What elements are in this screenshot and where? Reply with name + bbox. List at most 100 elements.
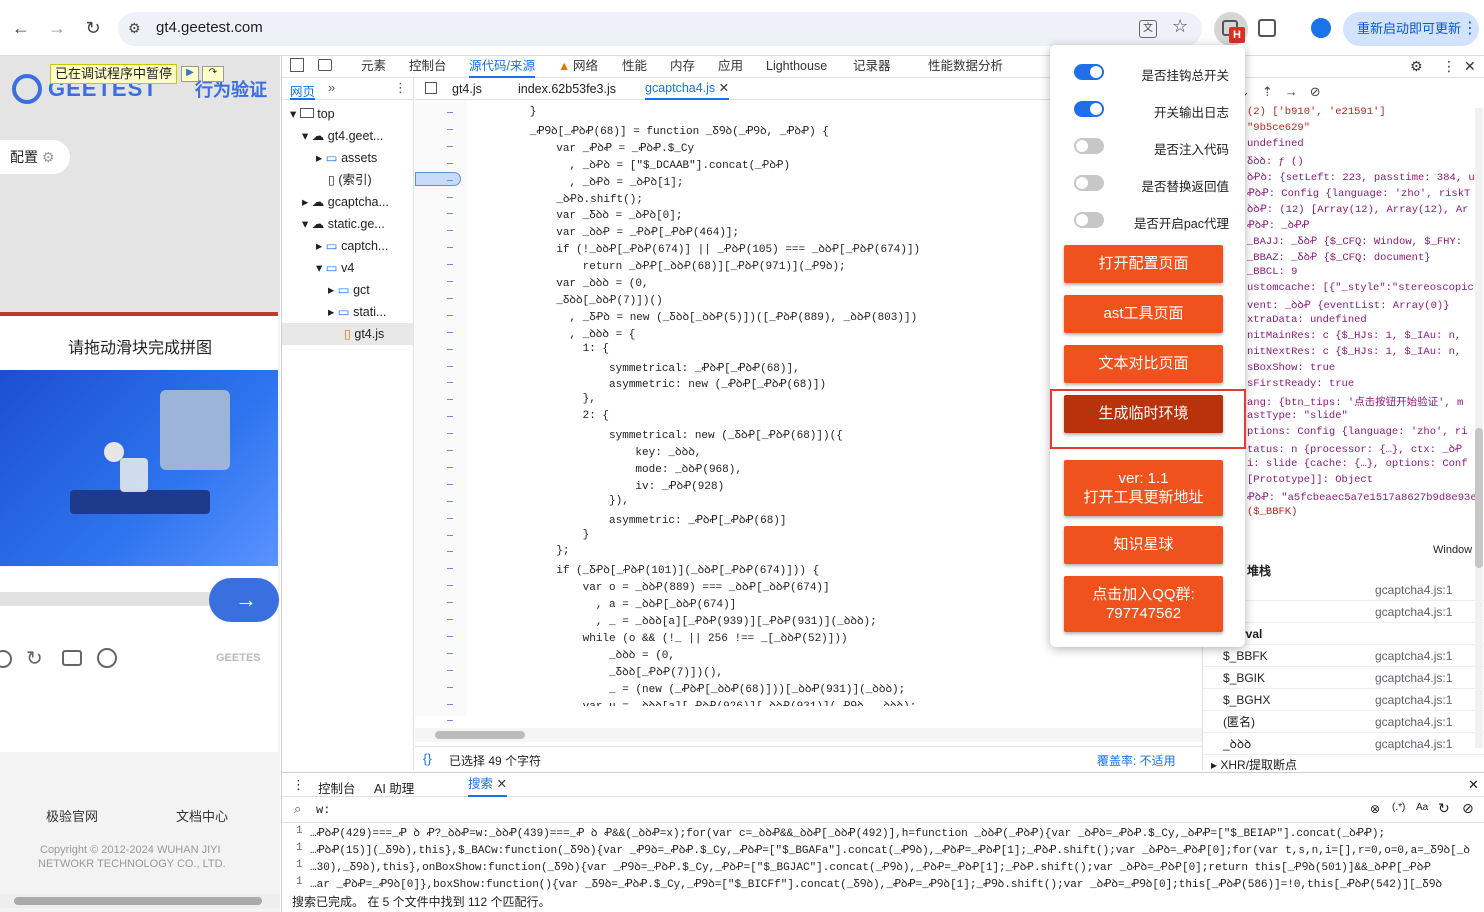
- tab-lighthouse[interactable]: Lighthouse: [766, 56, 827, 78]
- bookmark-star-icon[interactable]: ☆: [1172, 16, 1188, 37]
- editor-h-scrollbar[interactable]: [415, 728, 1202, 742]
- gutter-marker[interactable]: [447, 602, 453, 604]
- scope-entry[interactable]: undefined: [1247, 138, 1304, 155]
- config-button[interactable]: 配置 ⚙: [0, 140, 70, 174]
- reload-icon[interactable]: ↻: [79, 14, 107, 42]
- code-line[interactable]: symmetrical: new (_ꝽꝺꝒ[_ꝒꝺꝒ(68)])({: [477, 427, 843, 444]
- forward-icon[interactable]: →: [43, 14, 71, 42]
- tree-item-captch[interactable]: ▸ ▭ captch...: [316, 235, 388, 257]
- search-result-line[interactable]: …ꝒꝺꝒ(429)===_Ꝓ ꝺ Ꝓ?_ꝺꝺꝒ=w:_ꝺꝺꝒ(439)===_Ꝓ…: [310, 825, 1470, 842]
- code-line[interactable]: }: [477, 529, 590, 546]
- scope-entry[interactable]: ($_BBFK): [1247, 506, 1297, 523]
- tab-performance[interactable]: 性能: [622, 56, 647, 78]
- scope-entry[interactable]: ptions: Config {language: 'zho', ri: [1247, 426, 1468, 443]
- callstack-row[interactable]: _ꝺꝺꝺ gcaptcha4.js:1: [1203, 734, 1484, 755]
- code-line[interactable]: mode: _ꝺꝺꝒ(968),: [477, 461, 742, 478]
- open-config-button[interactable]: 打开配置页面: [1064, 245, 1223, 283]
- scope-entry[interactable]: vent: _ꝺꝺꝒ {eventList: Array(0)}: [1247, 298, 1450, 315]
- code-line[interactable]: iv: _ꝒꝺꝒ(928): [477, 478, 724, 495]
- code-line[interactable]: , _ = _ꝺꝺꝺ[a][_ꝒꝺꝒ(939)][_ꝒꝺꝒ(931)](_ꝺꝺꝺ…: [477, 613, 877, 630]
- generate-env-button[interactable]: 生成临时环境: [1064, 395, 1223, 433]
- settings-gear-icon[interactable]: ⚙: [1410, 56, 1423, 78]
- tree-item-gcaptcha[interactable]: ▸ ☁ gcaptcha...: [302, 191, 389, 213]
- translate-icon[interactable]: 文: [1139, 20, 1157, 38]
- scope-entry[interactable]: (2) ['b910', 'e21591']: [1247, 106, 1386, 123]
- audio-icon[interactable]: [97, 648, 117, 668]
- footer-link-docs[interactable]: 文档中心: [176, 806, 228, 825]
- tab-network[interactable]: 网络: [573, 56, 598, 78]
- extension-h-button[interactable]: H: [1214, 12, 1248, 46]
- update-url-button[interactable]: ver: 1.1 打开工具更新地址: [1064, 460, 1223, 516]
- code-line[interactable]: key: _ꝺꝺꝺ,: [477, 444, 701, 461]
- join-qq-button[interactable]: 点击加入QQ群: 797747562: [1064, 576, 1223, 632]
- code-line[interactable]: symmetrical: _ꝒꝺꝒ[_ꝒꝺꝒ(68)],: [477, 360, 800, 377]
- scope-entry[interactable]: sBoxShow: true: [1247, 362, 1335, 379]
- callstack-row[interactable]: nterval: [1203, 624, 1484, 645]
- gutter-marker[interactable]: [447, 247, 453, 249]
- close-drawer-icon[interactable]: ✕: [1468, 777, 1479, 793]
- code-line[interactable]: , a = _ꝺꝺꝒ[_ꝺꝺꝒ(674)]: [477, 596, 736, 613]
- toggle-navigator-icon[interactable]: [425, 82, 437, 94]
- code-line[interactable]: _Ᵹꝺꝺ[_ꝒꝺꝒ(7)])(),: [477, 664, 723, 681]
- gutter-marker[interactable]: [447, 128, 453, 130]
- toggle-log-output[interactable]: [1074, 101, 1104, 117]
- toggle-inject-code[interactable]: [1074, 138, 1104, 154]
- search-result-line[interactable]: …30),_ꝽꝮꝺ),this},onBoxShow:function(_ꝽꝮꝺ…: [310, 859, 1470, 876]
- gutter-marker[interactable]: [447, 213, 453, 215]
- file-tab-index[interactable]: index.62b53fe3.js: [518, 82, 616, 96]
- scope-entry[interactable]: i: slide {cache: {…}, options: Conf: [1247, 458, 1468, 475]
- refresh-icon[interactable]: ↻: [26, 646, 43, 671]
- gutter-marker[interactable]: [447, 703, 453, 705]
- sidebar-scroll-thumb[interactable]: [1475, 428, 1483, 568]
- code-line[interactable]: if (_ꝽꝒꝺ[_ꝒꝺꝒ(101)](_ꝺꝺꝒ[_ꝒꝺꝒ(674)])) {: [477, 562, 819, 579]
- drawer-menu-icon[interactable]: ⋮: [292, 777, 305, 793]
- scope-entry[interactable]: xtraData: undefined: [1247, 314, 1367, 331]
- close-icon[interactable]: [0, 650, 12, 668]
- regex-icon[interactable]: (.*): [1392, 802, 1405, 813]
- code-line[interactable]: };: [477, 545, 569, 562]
- callstack-row[interactable]: $_BBFK gcaptcha4.js:1: [1203, 646, 1484, 667]
- file-tab-gt4[interactable]: gt4.js: [452, 82, 482, 96]
- close-tab-icon[interactable]: ✕: [497, 777, 507, 791]
- clear-results-icon[interactable]: ⊘: [1462, 800, 1474, 817]
- devtools-menu-icon[interactable]: ⋮: [1442, 56, 1456, 78]
- callstack-row[interactable]: (匿名) gcaptcha4.js:1: [1203, 712, 1484, 733]
- clear-search-icon[interactable]: ⊗: [1370, 802, 1380, 816]
- code-line[interactable]: _ꝺꝒꝺ.shift();: [477, 191, 643, 208]
- code-line[interactable]: _ = (new (_ꝒꝺꝒ[_ꝺꝺꝒ(68)]))[_ꝺꝺꝒ(931)](_ꝺ…: [477, 681, 905, 698]
- scope-entry[interactable]: _BAJJ: _ꝽꝺꝒ {$_CFQ: Window, $_FHY:: [1247, 234, 1462, 251]
- back-icon[interactable]: ←: [7, 14, 35, 42]
- gutter-marker[interactable]: [447, 500, 453, 502]
- code-line[interactable]: return _ꝺꝒꝒ[_ꝺꝺꝒ(68)][_ꝒꝺꝒ(971)](_ꝒꝮꝺ);: [477, 258, 846, 275]
- pretty-print-icon[interactable]: {}: [423, 751, 432, 766]
- tab-console[interactable]: 控制台: [409, 56, 447, 78]
- close-tab-icon[interactable]: ✕: [719, 81, 729, 95]
- scope-entry[interactable]: ꝒꝺꝒ: "a5fcbeaec5a7e1517a8627b9d8e93ed: [1247, 490, 1483, 507]
- gutter-marker[interactable]: [447, 652, 453, 654]
- callstack-row[interactable]: $_BGIK gcaptcha4.js:1: [1203, 668, 1484, 689]
- gutter-marker[interactable]: [447, 534, 453, 536]
- xhr-breakpoints-section[interactable]: ▸ XHR/提取断点: [1211, 756, 1297, 773]
- code-line[interactable]: }),: [477, 495, 629, 512]
- scope-entry[interactable]: ustomcache: [{"_style":"stereoscopic: [1247, 282, 1474, 299]
- callstack-location[interactable]: gcaptcha4.js:1: [1375, 602, 1452, 623]
- code-line[interactable]: _ꝒꝮꝺ[_ꝒꝺꝒ(68)] = function _ꝽꝮꝺ(_ꝒꝮꝺ, _Ꝓꝺ…: [477, 123, 829, 140]
- gutter-marker[interactable]: [447, 112, 453, 113]
- scope-entry[interactable]: ꝒꝺꝒ: Config {language: 'zho', riskT: [1247, 186, 1470, 203]
- gutter-marker[interactable]: [447, 382, 453, 384]
- text-compare-button[interactable]: 文本对比页面: [1064, 345, 1223, 383]
- sidebar-scrollbar[interactable]: [1475, 108, 1483, 748]
- scope-entry[interactable]: astType: "slide": [1247, 410, 1348, 427]
- site-info-icon[interactable]: ⚙: [128, 20, 141, 37]
- refresh-search-icon[interactable]: ↻: [1438, 800, 1450, 817]
- code-line[interactable]: , _ꝺꝺꝺ = {: [477, 326, 635, 343]
- gutter-marker[interactable]: [447, 433, 453, 435]
- code-line[interactable]: _Ᵹꝺꝺ[_ꝺꝺꝒ(7)])(): [477, 292, 662, 309]
- code-line[interactable]: , _ꝺꝒꝺ = ["$_DCAAB"].concat(_ꝒꝺꝒ): [477, 157, 790, 174]
- more-tabs-icon[interactable]: »: [328, 80, 335, 95]
- code-line[interactable]: 2: {: [477, 410, 609, 427]
- file-tab-gcaptcha4[interactable]: gcaptcha4.js ✕: [645, 78, 730, 100]
- callstack-location[interactable]: gcaptcha4.js:1: [1375, 712, 1452, 733]
- gutter-marker[interactable]: [447, 399, 453, 401]
- code-line[interactable]: var _Ᵹꝺꝺ = _ꝺꝒꝺ[0];: [477, 207, 682, 224]
